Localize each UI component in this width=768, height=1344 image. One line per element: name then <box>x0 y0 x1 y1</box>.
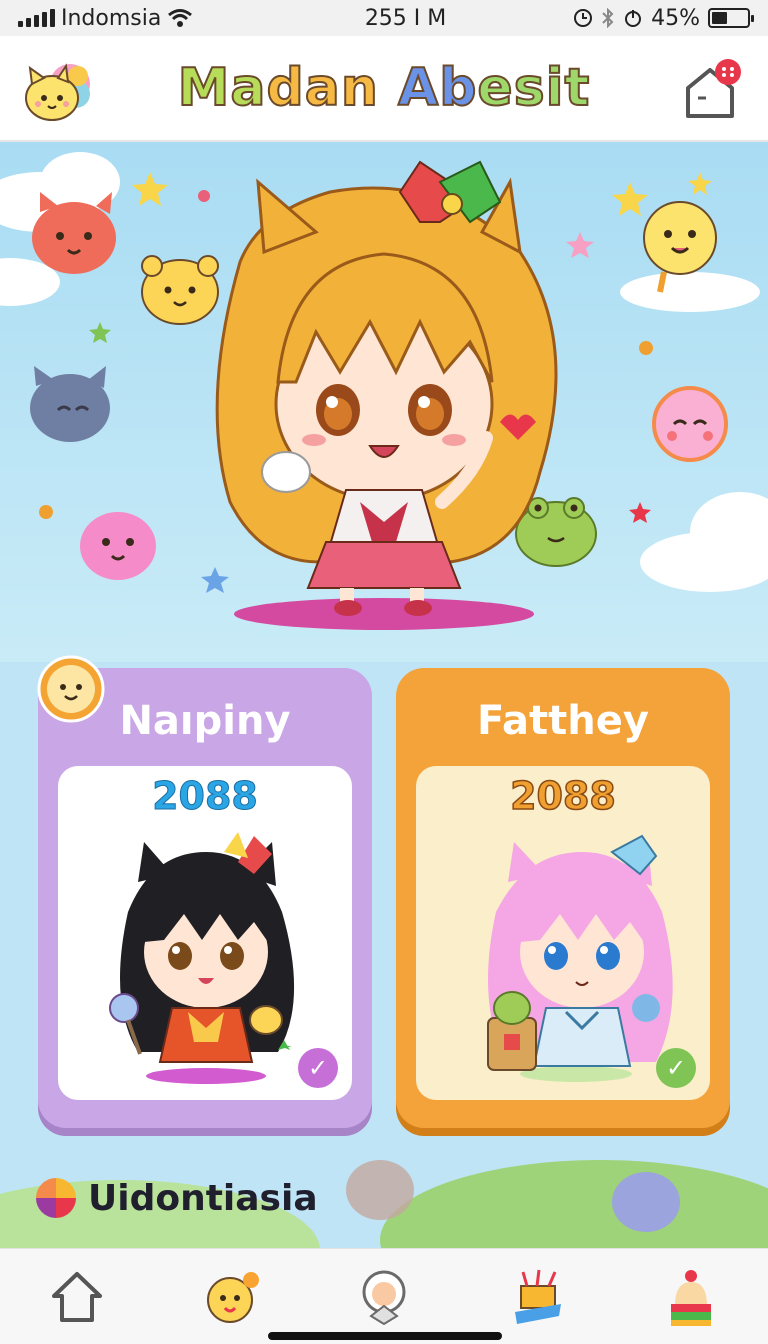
section-label-text: Uidontiasia <box>88 1177 318 1219</box>
title-part-2: dan <box>265 57 379 119</box>
hero-illustration <box>0 142 768 662</box>
nav-toys[interactable] <box>503 1262 573 1332</box>
hat-icon <box>671 1269 712 1326</box>
blue-cat-critter <box>30 366 110 442</box>
app-header: Madan Abesit <box>0 36 768 142</box>
card-title: Naıpiny <box>119 698 291 744</box>
battery-percent: 45% <box>651 5 700 31</box>
yellow-bear-critter <box>141 255 219 325</box>
status-bar: Indomsia 255 I M 45% <box>0 0 768 36</box>
checkmark-icon[interactable]: ✓ <box>656 1048 696 1088</box>
title-part-3: Ab <box>378 57 478 119</box>
battery-icon <box>708 8 754 28</box>
bottom-nav <box>0 1248 768 1344</box>
card-inner: 2088 ✓ <box>416 766 710 1100</box>
app-title: Madan Abesit <box>177 57 591 119</box>
wifi-icon <box>168 9 193 27</box>
nav-character[interactable] <box>195 1262 265 1332</box>
signal-icon <box>18 9 55 27</box>
home-indicator[interactable] <box>268 1332 502 1340</box>
title-part-1: Ma <box>177 57 267 119</box>
checkmark-icon[interactable]: ✓ <box>298 1048 338 1088</box>
black-haired-catgirl-art <box>109 832 295 1084</box>
avatar-icon <box>362 1270 406 1325</box>
home-icon <box>51 1271 102 1322</box>
nav-home[interactable] <box>42 1262 112 1332</box>
character-card-2[interactable]: Fatthey 2088 ✓ <box>396 668 730 1128</box>
power-icon <box>625 10 642 27</box>
red-cat-critter <box>32 192 116 274</box>
bluetooth-icon <box>602 8 614 28</box>
pink-ghost-critter <box>80 512 156 580</box>
carrier-name: Indomsia <box>61 5 162 31</box>
pink-haired-catgirl-art <box>487 834 673 1082</box>
nav-hat[interactable] <box>656 1262 726 1332</box>
toys-icon <box>514 1269 561 1324</box>
section-label: Uidontiasia <box>34 1176 318 1220</box>
title-part-4: esit <box>476 57 591 119</box>
hero-scene <box>0 142 768 662</box>
color-wheel-icon <box>36 1178 76 1218</box>
character-icon <box>207 1271 260 1323</box>
card-inner: 2088 ✓ <box>58 766 352 1100</box>
card-score: 2088 <box>509 773 616 819</box>
home-notification-icon[interactable] <box>682 56 744 122</box>
nav-avatar[interactable] <box>349 1262 419 1332</box>
card-score: 2088 <box>152 774 259 819</box>
status-time: 255 I M <box>364 5 447 31</box>
battery-fill <box>712 12 728 24</box>
character-card-1[interactable]: Naıpiny 2088 ✓ <box>37 655 372 1128</box>
kitten-logo-icon[interactable] <box>20 54 96 126</box>
pink-star-critter <box>652 386 728 462</box>
card-title: Fatthey <box>477 698 649 744</box>
alarm-icon <box>574 9 593 27</box>
